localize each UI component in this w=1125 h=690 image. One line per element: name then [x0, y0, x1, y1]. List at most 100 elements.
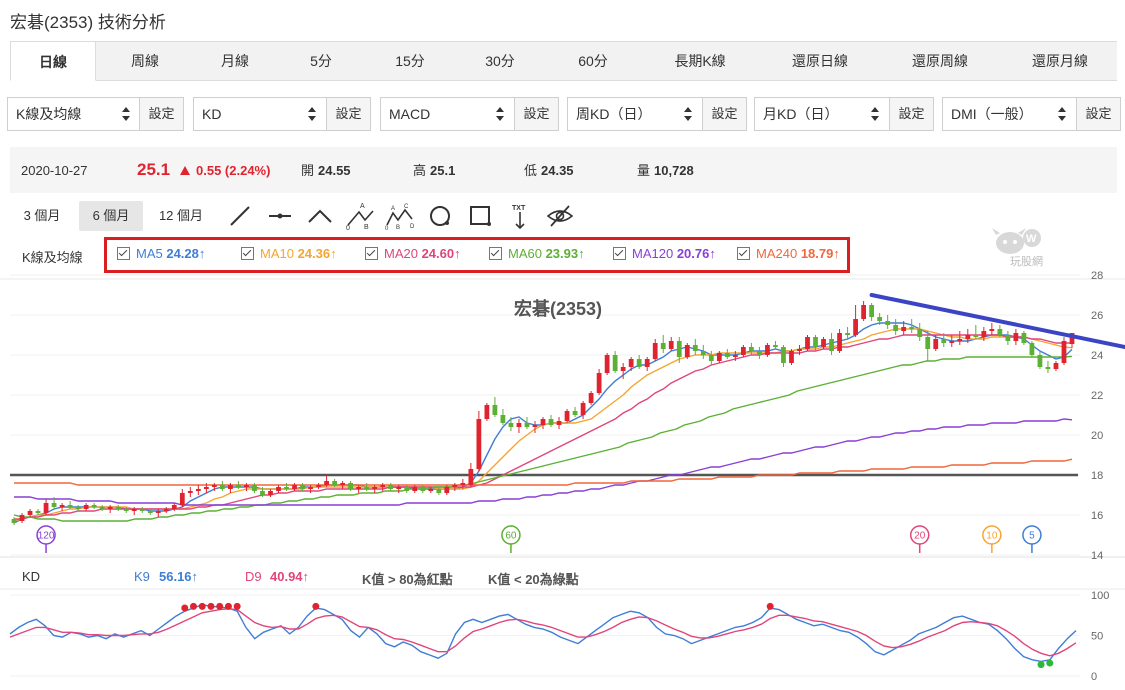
ma-toggle-ma240[interactable]: MA240 18.79↑ — [737, 246, 840, 261]
candle-body — [572, 411, 578, 415]
range-12-months[interactable]: 12 個月 — [148, 201, 214, 231]
quote-change: 0.55 (2.24%) — [196, 163, 271, 178]
abc-pattern-icon[interactable]: 0 A B — [345, 201, 375, 231]
candle-body — [620, 367, 626, 371]
candle-body — [27, 511, 33, 515]
candle-body — [644, 359, 650, 367]
checkbox-checked-icon[interactable] — [613, 247, 626, 260]
line-icon[interactable] — [225, 201, 255, 231]
candle-body — [268, 491, 273, 495]
settings-button-2[interactable]: 設定 — [326, 98, 370, 130]
kd-y-tick-label: 0 — [1091, 671, 1097, 683]
tab-long-term[interactable]: 長期K線 — [650, 42, 750, 80]
text-icon[interactable]: TXT — [505, 201, 535, 231]
candle-body — [43, 503, 49, 513]
trend-line — [869, 293, 1125, 350]
candle-body — [59, 505, 65, 507]
candle-body — [51, 503, 57, 507]
svg-text:TXT: TXT — [512, 205, 526, 212]
candle-body — [131, 509, 137, 511]
ma-toggle-ma20[interactable]: MA20 24.60↑ — [365, 246, 461, 261]
range-3-months[interactable]: 3 個月 — [10, 201, 74, 231]
candle-body — [596, 373, 602, 393]
quote-low-label: 低 — [524, 163, 538, 178]
y-tick-label: 16 — [1091, 510, 1103, 522]
candle-body — [171, 505, 177, 509]
tab-daily[interactable]: 日線 — [10, 41, 96, 81]
kd-red-dot — [224, 602, 232, 610]
rectangle-icon[interactable] — [465, 201, 495, 231]
kd-chart[interactable]: 0 50 100 — [0, 585, 1125, 690]
indicator-select-group-4: 周KD（日） 設定 — [567, 97, 747, 131]
tab-weekly[interactable]: 周線 — [100, 42, 190, 80]
candle-body — [91, 505, 97, 507]
page-title: 宏碁(2353) 技術分析 — [10, 13, 166, 32]
ma-name: MA5 — [136, 246, 167, 261]
candle-body — [660, 343, 666, 349]
checkbox-checked-icon[interactable] — [241, 247, 254, 260]
candle-body — [1061, 341, 1067, 363]
circle-icon[interactable] — [425, 201, 455, 231]
checkbox-checked-icon[interactable] — [365, 247, 378, 260]
kd-line-d9 — [9, 608, 1077, 657]
kd-line-k9 — [9, 603, 1077, 663]
y-tick-label: 22 — [1091, 390, 1103, 402]
chart-title: 宏碁(2353) — [514, 298, 602, 319]
ma-value: 24.36↑ — [297, 246, 337, 261]
settings-button-3[interactable]: 設定 — [514, 98, 558, 130]
ma-value: 18.79↑ — [800, 246, 840, 261]
price-chart[interactable]: 14 16 18 20 22 24 26 28 宏碁(2353) 120 60 20 10 5 — [0, 268, 1125, 560]
candle-body — [476, 419, 482, 469]
y-tick-label: 20 — [1091, 430, 1103, 442]
angle-icon[interactable] — [305, 201, 335, 231]
candle-body — [845, 333, 850, 335]
ma-toggle-ma60[interactable]: MA60 23.93↑ — [489, 246, 585, 261]
candle-body — [540, 419, 546, 425]
tab-adjusted-weekly[interactable]: 還原周線 — [890, 42, 990, 80]
abcd-pattern-icon[interactable]: 0 A B C D — [385, 201, 415, 231]
quote-price: 25.1 — [137, 160, 171, 179]
candle-body — [1053, 363, 1059, 369]
ma-toggle-ma5[interactable]: MA5 24.28↑ — [117, 246, 205, 261]
ma-value: 20.76↑ — [676, 246, 716, 261]
candle-body — [877, 317, 883, 321]
candle-body — [652, 343, 658, 359]
candle-body — [308, 487, 313, 489]
tab-60min[interactable]: 60分 — [548, 42, 638, 80]
ma-toggle-ma120[interactable]: MA120 20.76↑ — [613, 246, 716, 261]
svg-text:B: B — [364, 224, 369, 231]
tab-adjusted-monthly[interactable]: 還原月線 — [1010, 42, 1110, 80]
checkbox-checked-icon[interactable] — [489, 247, 502, 260]
candle-body — [797, 349, 802, 351]
ma-toggle-ma10[interactable]: MA10 24.36↑ — [241, 246, 337, 261]
checkbox-checked-icon[interactable] — [117, 247, 130, 260]
settings-button-5[interactable]: 設定 — [889, 98, 933, 130]
candle-body — [740, 347, 746, 355]
candle-body — [716, 353, 722, 361]
tab-adjusted-daily[interactable]: 還原日線 — [770, 42, 870, 80]
hide-icon[interactable] — [545, 201, 575, 231]
candle-body — [909, 327, 915, 329]
kd-d-label: D9 — [245, 569, 262, 584]
tab-5min[interactable]: 5分 — [280, 42, 362, 80]
candle-body — [821, 339, 826, 347]
horizontal-line-icon[interactable] — [265, 201, 295, 231]
candle-body — [773, 345, 778, 347]
candle-body — [997, 329, 1003, 335]
candle-body — [869, 305, 875, 317]
checkbox-checked-icon[interactable] — [737, 247, 750, 260]
tab-30min[interactable]: 30分 — [455, 42, 545, 80]
settings-button-1[interactable]: 設定 — [139, 98, 183, 130]
candle-body — [516, 423, 522, 427]
tab-monthly[interactable]: 月線 — [190, 42, 280, 80]
candle-body — [67, 505, 73, 507]
settings-button-6[interactable]: 設定 — [1076, 98, 1120, 130]
settings-button-4[interactable]: 設定 — [702, 98, 746, 130]
candle-body — [941, 339, 947, 343]
candle-body — [829, 339, 834, 351]
range-6-months[interactable]: 6 個月 — [79, 201, 143, 231]
candle-body — [11, 519, 17, 523]
candle-body — [861, 305, 866, 319]
candle-body — [700, 351, 706, 355]
tab-15min[interactable]: 15分 — [365, 42, 455, 80]
